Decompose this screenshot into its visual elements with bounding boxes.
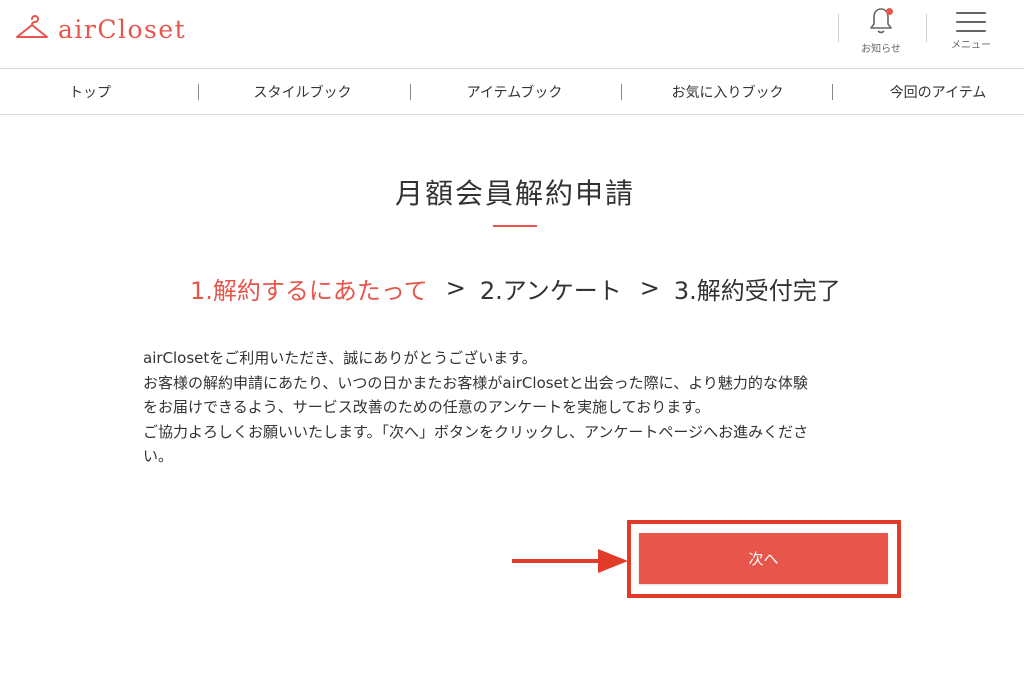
logo-text: airCloset [58, 14, 187, 44]
main-nav: トップ スタイルブック アイテムブック お気に入りブック 今回のアイテム [0, 68, 1024, 115]
header-divider [926, 14, 927, 42]
header-divider [838, 14, 839, 42]
nav-separator [410, 84, 411, 100]
intro-line: をお届けできるよう、サービス改善のための任意のアンケートを実施しております。 [143, 398, 710, 416]
step-3: 3.解約受付完了 [673, 276, 841, 305]
nav-separator [832, 84, 833, 100]
notifications-button[interactable]: お知らせ [843, 4, 919, 60]
page-title: 月額会員解約申請 [394, 177, 635, 210]
step-separator: > [639, 274, 660, 302]
hanger-icon [16, 15, 48, 38]
nav-item-favorites[interactable]: お気に入りブック [650, 69, 805, 114]
next-button[interactable]: 次へ [639, 533, 888, 584]
aircloset-logo[interactable]: airCloset [14, 12, 186, 46]
nav-item-stylebook[interactable]: スタイルブック [230, 69, 375, 114]
intro-line: お客様の解約申請にあたり、いつの日かまたお客様がairClosetと出会った際に… [143, 373, 808, 392]
step-2: 2.アンケート [479, 276, 622, 305]
nav-separator [198, 84, 199, 100]
intro-line: airClosetをご利用いただき、誠にありがとうございます。 [143, 349, 537, 367]
step-separator: > [445, 274, 466, 302]
nav-item-top[interactable]: トップ [40, 69, 140, 114]
notification-badge [886, 8, 893, 15]
notifications-label: お知らせ [861, 44, 901, 55]
nav-item-current-items[interactable]: 今回のアイテム [870, 69, 1006, 114]
nav-item-itembook[interactable]: アイテムブック [442, 69, 587, 114]
menu-button[interactable]: メニュー [933, 4, 1009, 60]
hamburger-icon [956, 12, 986, 32]
menu-label: メニュー [951, 40, 991, 51]
intro-line: い。 [143, 447, 174, 465]
nav-separator [621, 84, 622, 100]
title-underline [493, 225, 537, 227]
intro-text: airClosetをご利用いただき、誠にありがとうございます。 お客様の解約申請… [143, 346, 893, 469]
annotation-arrow-icon [512, 549, 628, 573]
progress-steps: 1.解約するにあたって > 2.アンケート > 3.解約受付完了 [190, 270, 841, 306]
site-header: airCloset お知らせ メニュー [0, 0, 1024, 68]
step-1: 1.解約するにあたって [190, 276, 428, 305]
intro-line: ご協力よろしくお願いいたします。「次へ」ボタンをクリックし、アンケートページへお… [143, 422, 809, 441]
